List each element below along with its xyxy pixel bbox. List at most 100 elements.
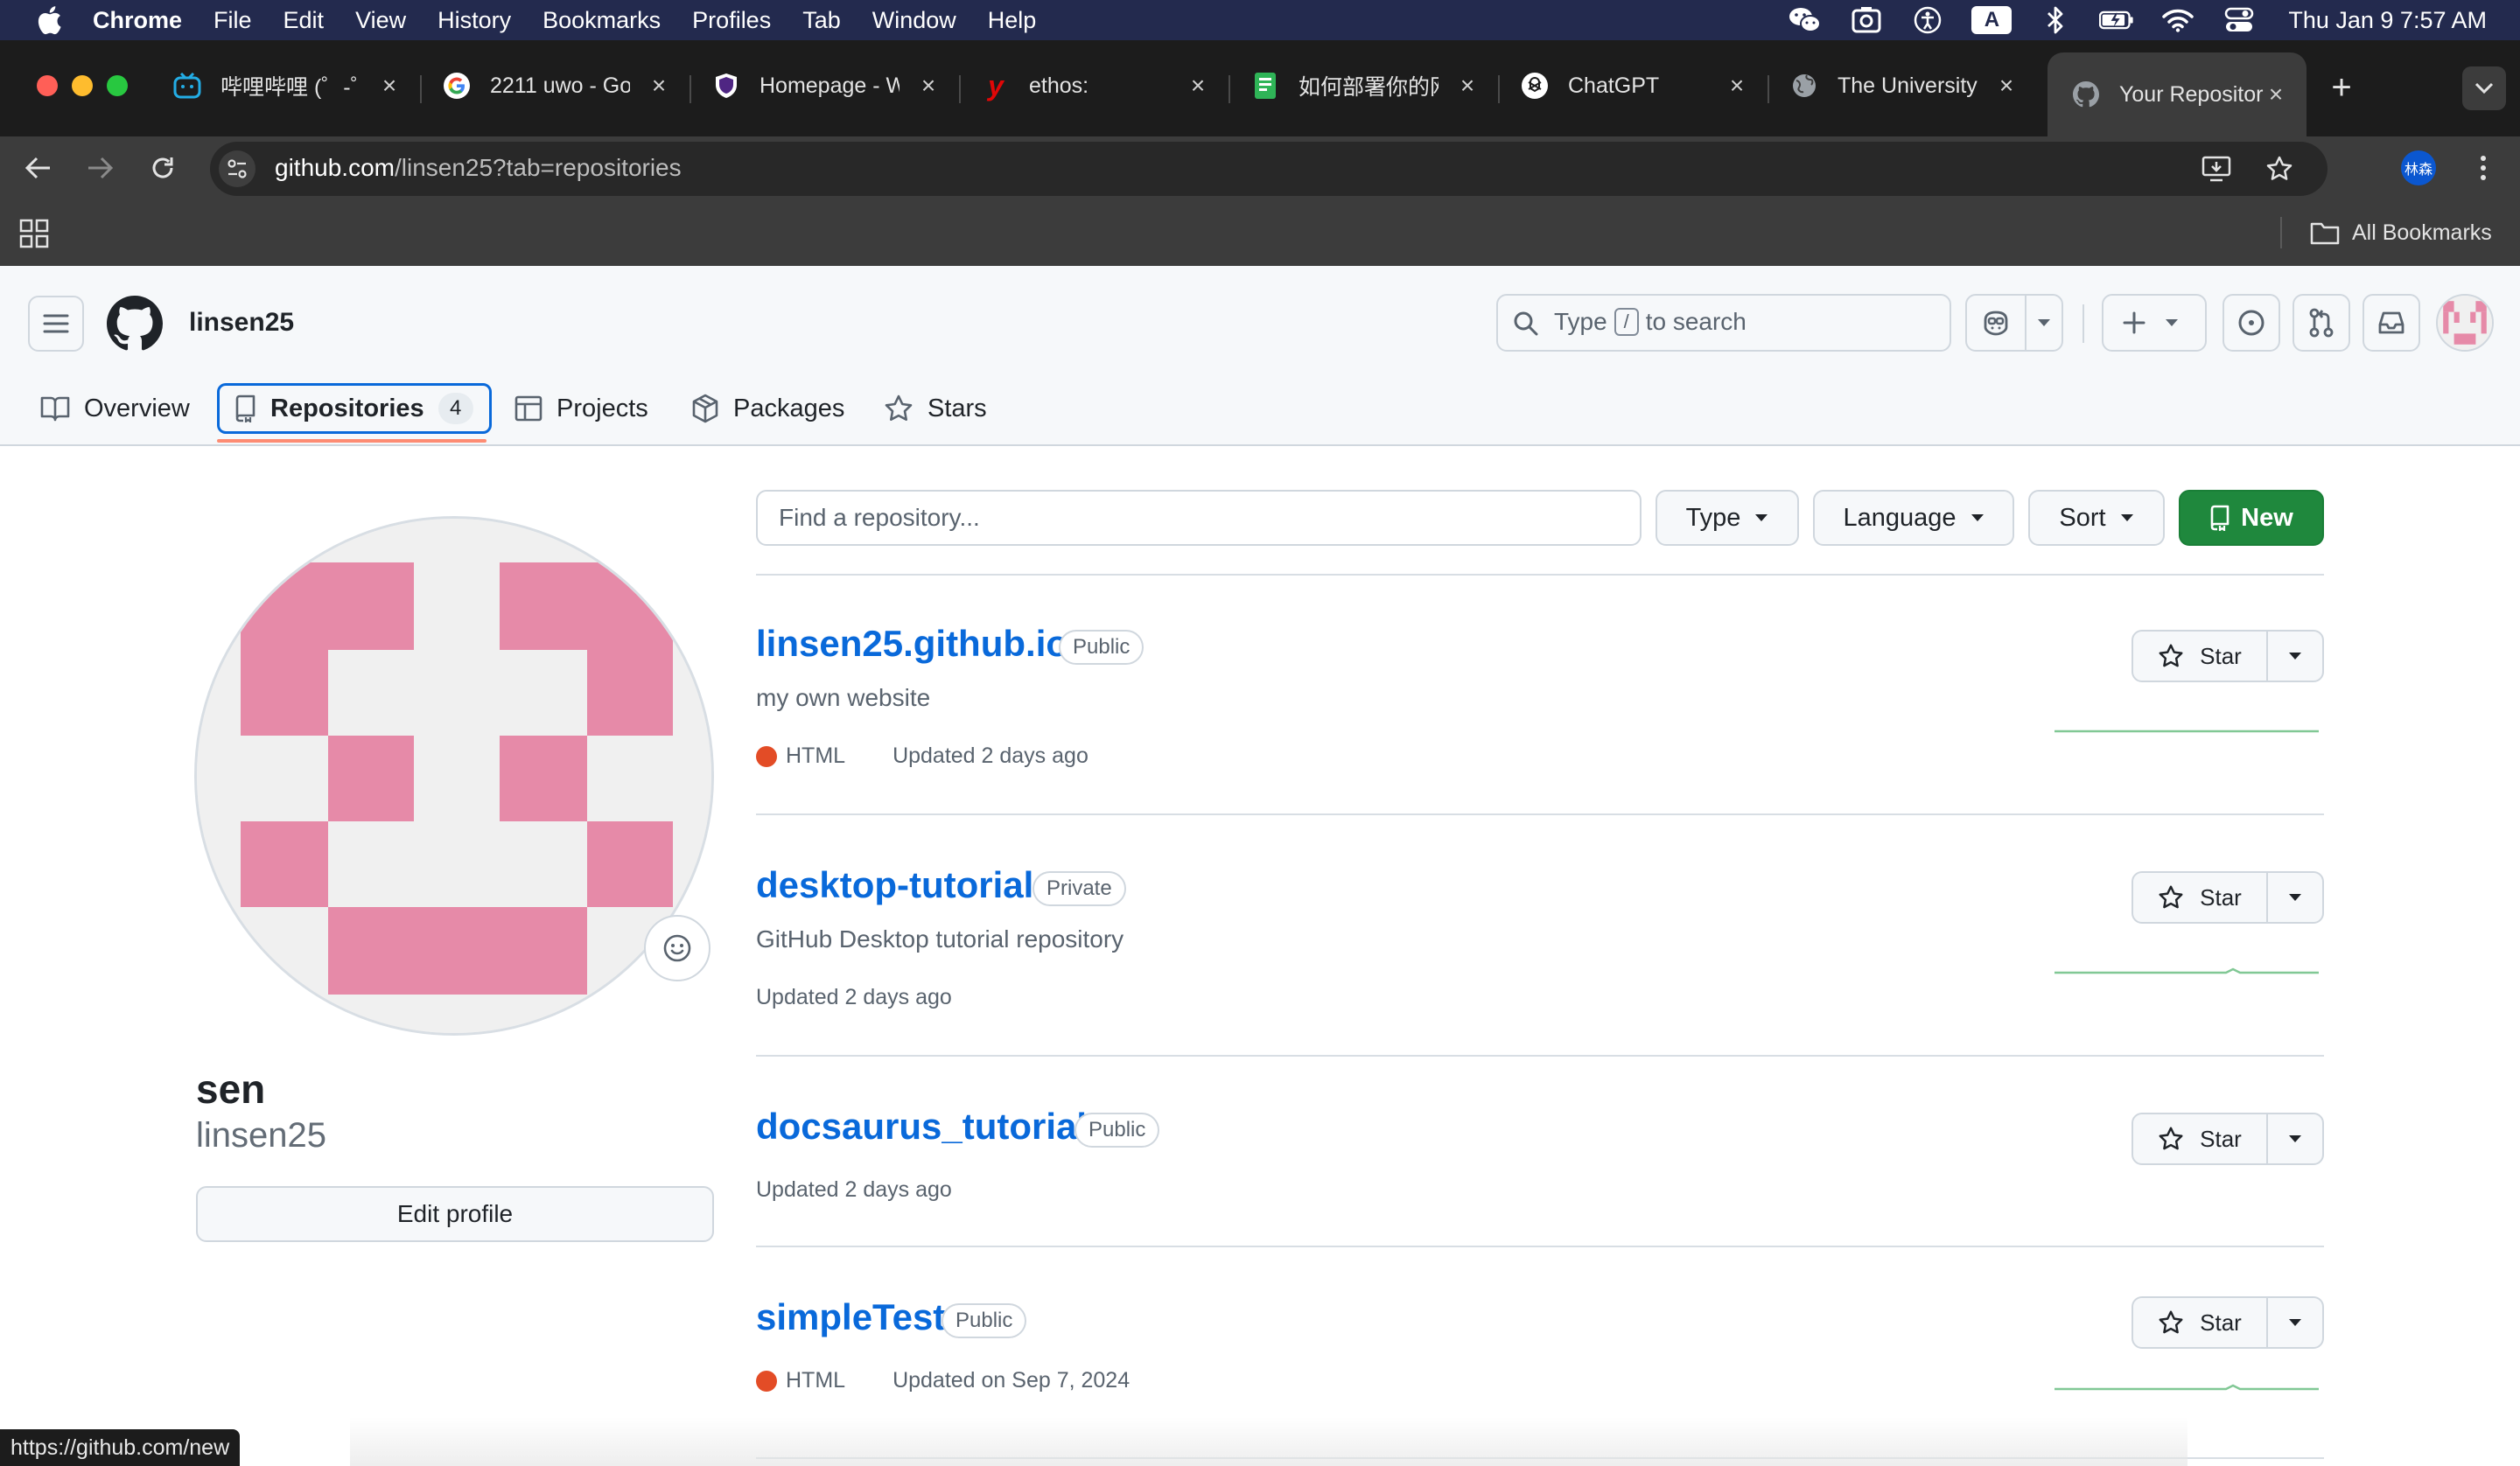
- menu-bookmarks[interactable]: Bookmarks: [542, 7, 661, 34]
- tab-university[interactable]: The University ×: [1790, 51, 2020, 121]
- tab-repositories[interactable]: Repositories 4: [217, 383, 492, 434]
- close-icon[interactable]: ×: [915, 72, 942, 99]
- tab-homepage[interactable]: Homepage - W ×: [712, 51, 942, 121]
- window-close-button[interactable]: [37, 75, 58, 96]
- wifi-icon[interactable]: [2160, 3, 2195, 38]
- close-icon[interactable]: ×: [1185, 72, 1211, 99]
- copilot-icon[interactable]: [1967, 310, 2025, 336]
- find-repository-input[interactable]: [756, 490, 1642, 546]
- bluetooth-icon[interactable]: [2038, 3, 2073, 38]
- menu-view[interactable]: View: [355, 7, 406, 34]
- triangle-down-icon[interactable]: [2026, 318, 2062, 327]
- star-list-dropdown[interactable]: [2268, 632, 2322, 681]
- tab-divider: [959, 75, 961, 103]
- menu-history[interactable]: History: [438, 7, 511, 34]
- tab-bilibili[interactable]: 哔哩哔哩 (゜-゜ ×: [173, 51, 402, 121]
- header-username[interactable]: linsen25: [189, 308, 294, 338]
- edit-profile-button[interactable]: Edit profile: [196, 1186, 714, 1242]
- github-logo-icon[interactable]: [107, 296, 163, 352]
- star-list-dropdown[interactable]: [2268, 873, 2322, 922]
- repo-name-link[interactable]: docsaurus_tutorial: [756, 1106, 1087, 1148]
- reload-button[interactable]: [144, 149, 182, 187]
- chrome-profile-avatar[interactable]: 林森: [2401, 150, 2436, 185]
- control-center-icon[interactable]: [2222, 3, 2257, 38]
- language-filter-button[interactable]: Language: [1813, 490, 2014, 546]
- new-repository-button[interactable]: New: [2179, 490, 2324, 546]
- menu-help[interactable]: Help: [988, 7, 1037, 34]
- menu-app-name[interactable]: Chrome: [93, 7, 182, 34]
- star-button[interactable]: Star: [2133, 873, 2266, 922]
- menu-profiles[interactable]: Profiles: [692, 7, 771, 34]
- star-label: Star: [2200, 1125, 2242, 1152]
- global-menu-button[interactable]: [28, 296, 84, 352]
- menu-window[interactable]: Window: [872, 7, 956, 34]
- repo-name-link[interactable]: desktop-tutorial: [756, 864, 1033, 906]
- star-button[interactable]: Star: [2133, 1298, 2266, 1347]
- issues-button[interactable]: [2222, 294, 2280, 352]
- star-button[interactable]: Star: [2133, 1114, 2266, 1163]
- list-divider: [756, 574, 2324, 576]
- screenshot-icon[interactable]: [1849, 3, 1884, 38]
- github-search-input[interactable]: Type / to search: [1496, 294, 1951, 352]
- apple-icon[interactable]: [32, 3, 66, 38]
- forward-button[interactable]: [80, 149, 119, 187]
- close-icon[interactable]: ×: [2263, 80, 2289, 108]
- install-app-icon[interactable]: [2198, 150, 2235, 187]
- repo-icon: [235, 394, 256, 422]
- address-bar[interactable]: github.com/linsen25?tab=repositories: [210, 142, 2328, 196]
- site-info-icon[interactable]: [219, 150, 256, 187]
- kebab-icon: [2481, 156, 2486, 180]
- menu-edit[interactable]: Edit: [284, 7, 325, 34]
- tab-deploy-article[interactable]: 如何部署你的网 ×: [1251, 51, 1480, 121]
- repo-name-link[interactable]: simpleTest: [756, 1296, 945, 1338]
- inbox-button[interactable]: [2362, 294, 2420, 352]
- language-color-dot: [756, 745, 777, 767]
- new-tab-button[interactable]: +: [2320, 66, 2362, 108]
- star-button[interactable]: Star: [2133, 632, 2266, 681]
- back-button[interactable]: [19, 149, 58, 187]
- chrome-menu-button[interactable]: [2466, 149, 2501, 187]
- type-filter-button[interactable]: Type: [1656, 490, 1799, 546]
- set-status-button[interactable]: [644, 915, 710, 981]
- menu-tab[interactable]: Tab: [802, 7, 841, 34]
- close-icon[interactable]: ×: [1993, 72, 2020, 99]
- battery-icon[interactable]: [2099, 3, 2134, 38]
- user-avatar[interactable]: [2436, 294, 2494, 352]
- window-minimize-button[interactable]: [72, 75, 93, 96]
- window-zoom-button[interactable]: [107, 75, 128, 96]
- create-new-button[interactable]: [2102, 294, 2207, 352]
- tab-github-repositories[interactable]: Your Repositor ×: [2048, 52, 2306, 136]
- accessibility-icon[interactable]: [1910, 3, 1945, 38]
- find-repository-field[interactable]: [758, 492, 1640, 544]
- tab-packages[interactable]: Packages: [691, 383, 844, 434]
- repo-name-link[interactable]: linsen25.github.io: [756, 623, 1068, 665]
- all-bookmarks-button[interactable]: All Bookmarks: [2310, 215, 2492, 250]
- apps-grid-icon[interactable]: [19, 219, 49, 248]
- input-source-icon[interactable]: A: [1971, 6, 2012, 34]
- menubar-clock[interactable]: Thu Jan 9 7:57 AM: [2288, 7, 2487, 34]
- copilot-button[interactable]: [1965, 294, 2063, 352]
- menu-file[interactable]: File: [214, 7, 252, 34]
- chrome-toolbar: github.com/linsen25?tab=repositories 林森: [0, 136, 2520, 199]
- tab-overview[interactable]: Overview: [40, 383, 190, 434]
- url-text[interactable]: github.com/linsen25?tab=repositories: [275, 154, 682, 182]
- tab-chatgpt[interactable]: ChatGPT ×: [1521, 51, 1750, 121]
- tab-search-button[interactable]: [2462, 66, 2506, 110]
- close-icon[interactable]: ×: [376, 72, 402, 99]
- wechat-icon[interactable]: [1788, 3, 1823, 38]
- star-label: Star: [2200, 642, 2242, 669]
- tab-projects[interactable]: Projects: [514, 383, 648, 434]
- star-button-group: Star: [2132, 1296, 2324, 1349]
- bookmark-star-icon[interactable]: [2261, 150, 2298, 187]
- tab-ethos[interactable]: y ethos: ×: [982, 51, 1211, 121]
- close-icon[interactable]: ×: [1454, 72, 1480, 99]
- profile-avatar[interactable]: [194, 516, 714, 1036]
- close-icon[interactable]: ×: [646, 72, 672, 99]
- pull-requests-button[interactable]: [2292, 294, 2350, 352]
- star-list-dropdown[interactable]: [2268, 1298, 2322, 1347]
- close-icon[interactable]: ×: [1724, 72, 1750, 99]
- tab-stars[interactable]: Stars: [884, 383, 987, 434]
- tab-google[interactable]: 2211 uwo - Go ×: [443, 51, 672, 121]
- sort-button[interactable]: Sort: [2028, 490, 2165, 546]
- star-list-dropdown[interactable]: [2268, 1114, 2322, 1163]
